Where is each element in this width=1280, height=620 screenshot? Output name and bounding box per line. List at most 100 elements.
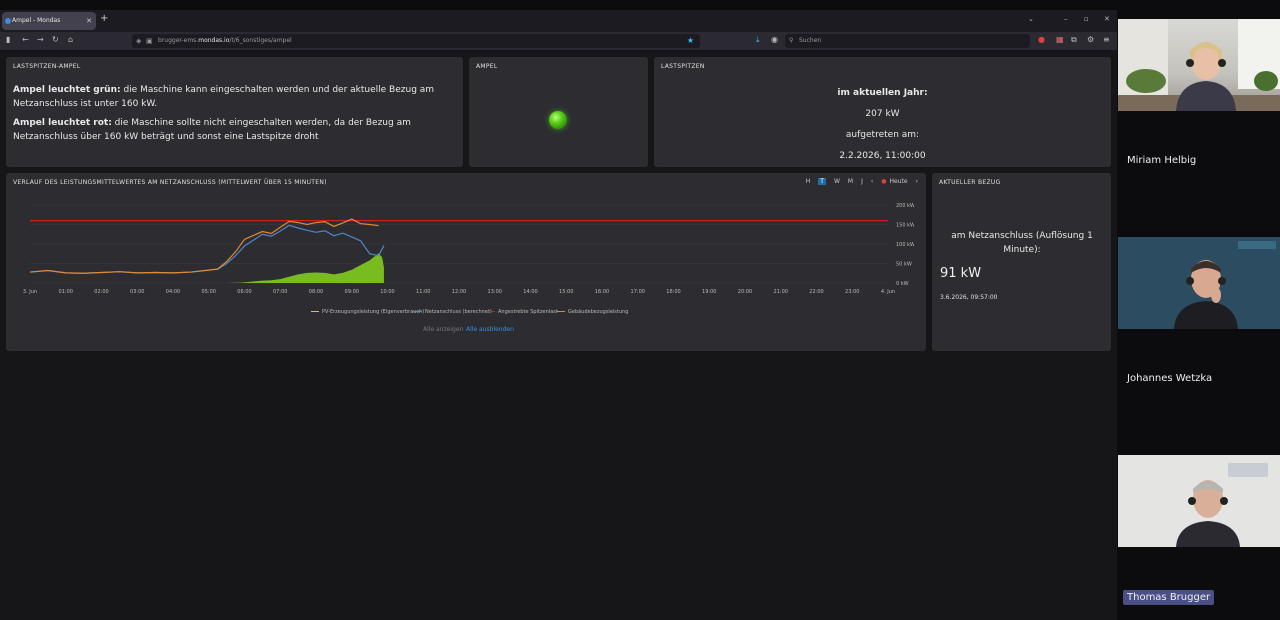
range-button-m[interactable]: M (848, 178, 853, 185)
legend-label: Angestrebte Spitzenlast (498, 309, 558, 315)
x-tick-label: 4. Jun (881, 289, 895, 295)
range-button-h[interactable]: H (806, 178, 811, 185)
extension-icon[interactable]: ● (1038, 35, 1045, 44)
x-tick-label: 21:00 (774, 289, 788, 295)
aktueller-bezug-panel: AKTUELLER BEZUG am Netzanschluss (Auflös… (932, 173, 1111, 351)
site-favicon-icon (5, 18, 11, 24)
browser-tab[interactable]: Ampel - Mondas ✕ (2, 12, 96, 30)
bezug-value: 91 kW (940, 266, 982, 281)
x-tick-label: 05:00 (202, 289, 216, 295)
power-chart: 0 kW 50 kW 100 kW 150 kW 200 kW 3. Jun 01:00 02… (23, 203, 914, 295)
x-tick-label: 18:00 (666, 289, 680, 295)
shield-icon: ◈ (136, 37, 142, 45)
forward-icon[interactable]: → (37, 35, 44, 44)
home-icon[interactable]: ⌂ (68, 35, 73, 44)
search-icon: ⚲ (789, 37, 794, 44)
x-tick-label: 03:00 (130, 289, 144, 295)
x-tick-label: 16:00 (595, 289, 609, 295)
tab-title: Ampel - Mondas (12, 17, 61, 24)
hide-all-link[interactable]: Alle ausblenden (466, 326, 514, 333)
bezug-timestamp: 3.6.2026, 09:57:00 (940, 294, 998, 301)
x-tick-label: 02:00 (94, 289, 108, 295)
sidebar-toggle-icon[interactable]: ▮ (6, 35, 10, 44)
series-area-pv (30, 253, 384, 283)
range-button-j[interactable]: J (861, 178, 863, 185)
close-tab-icon[interactable]: ✕ (86, 12, 92, 30)
x-tick-label: 04:00 (166, 289, 180, 295)
account-icon[interactable]: ◉ (771, 35, 778, 44)
browser-window: Ampel - Mondas ✕ + ⌄ – ▫ ✕ ▮ ← → ↻ ⌂ ◈ ▣… (0, 10, 1117, 620)
verlauf-panel: VERLAUF DES LEISTUNGSMITTELWERTES AM NET… (6, 173, 926, 351)
participant-name: Thomas Brugger (1123, 590, 1215, 605)
legend-item-netz[interactable]: Netzanschluss (berechnet) (414, 309, 492, 315)
legend-label: PV-Erzeugungsleistung (Eigenverbrauch) (322, 309, 425, 315)
range-button-w[interactable]: W (834, 178, 840, 185)
minimize-icon[interactable]: – (1064, 15, 1068, 23)
extension-icon[interactable]: ▦ (1056, 35, 1064, 44)
y-tick-label: 50 kW (896, 262, 912, 268)
y-tick-label: 150 kW (896, 223, 914, 229)
extensions-icon[interactable]: ⧉ (1071, 35, 1077, 45)
x-tick-label: 14:00 (523, 289, 537, 295)
nav-prev-icon[interactable]: ‹ (871, 178, 873, 185)
legend-item-spitzenlast[interactable]: Angestrebte Spitzenlast (487, 309, 558, 315)
show-all-link[interactable]: Alle anzeigen (423, 326, 463, 333)
search-placeholder: Suchen (799, 37, 822, 44)
close-window-icon[interactable]: ✕ (1104, 15, 1110, 23)
dashboard: LASTSPITZEN-AMPEL Ampel leuchtet grün: d… (0, 50, 1117, 620)
participant-video-tile[interactable] (1118, 19, 1280, 111)
x-tick-label: 20:00 (738, 289, 752, 295)
participant-video-tile[interactable] (1118, 237, 1280, 329)
x-tick-label: 11:00 (416, 289, 430, 295)
peak-timestamp: 2.2.2026, 11:00:00 (839, 151, 926, 161)
reload-icon[interactable]: ↻ (52, 35, 59, 44)
participant-video-tile[interactable] (1118, 455, 1280, 547)
new-tab-icon[interactable]: + (100, 13, 108, 24)
panel-title: VERLAUF DES LEISTUNGSMITTELWERTES AM NET… (13, 179, 327, 186)
nav-next-icon[interactable]: › (916, 178, 918, 185)
range-button-t[interactable]: T (818, 178, 826, 185)
tab-bar: Ampel - Mondas ✕ + ⌄ – ▫ ✕ (0, 10, 1117, 32)
y-tick-label: 100 kW (896, 242, 914, 248)
url-path: /t/6_sonstiges/ampel (229, 37, 292, 44)
download-icon[interactable]: ⤓ (756, 35, 760, 45)
x-tick-label: 13:00 (488, 289, 502, 295)
address-bar[interactable]: ◈ ▣ brugger-ems.mondas.io/t/6_sonstiges/… (132, 34, 700, 48)
bezug-label: am Netzanschluss (Auflösung 1 Minute): (951, 231, 1093, 255)
ampel-panel: AMPEL (469, 57, 648, 167)
x-tick-label: 22:00 (809, 289, 823, 295)
lastspitzen-panel: LASTSPITZEN im aktuellen Jahr: 207 kW au… (654, 57, 1111, 167)
series-line (29, 218, 379, 274)
x-tick-label: 01:00 (59, 289, 73, 295)
legend-item-pv[interactable]: PV-Erzeugungsleistung (Eigenverbrauch) (311, 309, 424, 315)
today-button[interactable]: Heute (890, 178, 908, 185)
legend-item-gebaeude[interactable]: Gebäudebezugsleistung (557, 309, 628, 315)
x-tick-label: 12:00 (452, 289, 466, 295)
x-tick-label: 15:00 (559, 289, 573, 295)
bookmark-star-icon[interactable]: ★ (687, 34, 694, 48)
panel-title: AMPEL (476, 63, 498, 70)
x-tick-label: 19:00 (702, 289, 716, 295)
legend-label: Netzanschluss (berechnet) (425, 309, 492, 315)
x-tick-label: 06:00 (237, 289, 251, 295)
maximize-icon[interactable]: ▫ (1084, 15, 1089, 23)
lock-icon: ▣ (146, 37, 153, 45)
back-icon[interactable]: ← (22, 35, 29, 44)
x-tick-label: 17:00 (631, 289, 645, 295)
legend-label: Gebäudebezugsleistung (568, 309, 629, 315)
list-tabs-icon[interactable]: ⌄ (1028, 15, 1034, 23)
search-input[interactable]: ⚲ Suchen (785, 34, 1030, 48)
y-tick-label: 200 kW (896, 203, 914, 209)
participant-video (1118, 455, 1280, 547)
series-line (29, 224, 385, 274)
ampel-info-text: Ampel leuchtet grün: die Maschine kann e… (13, 83, 458, 149)
red-label: Ampel leuchtet rot: (13, 118, 112, 128)
panel-title: LASTSPITZEN-AMPEL (13, 63, 81, 70)
menu-icon[interactable]: ≡ (1103, 35, 1110, 44)
peak-info: im aktuellen Jahr: 207 kW aufgetreten am… (654, 83, 1111, 167)
settings-gear-icon[interactable]: ⚙ (1087, 35, 1094, 44)
participant-name: Miriam Helbig (1127, 155, 1197, 166)
range-selector: H T W M J ‹ ● Heute › (798, 178, 918, 185)
y-tick-label: 0 kW (896, 281, 909, 287)
x-tick-label: 23:00 (845, 289, 859, 295)
